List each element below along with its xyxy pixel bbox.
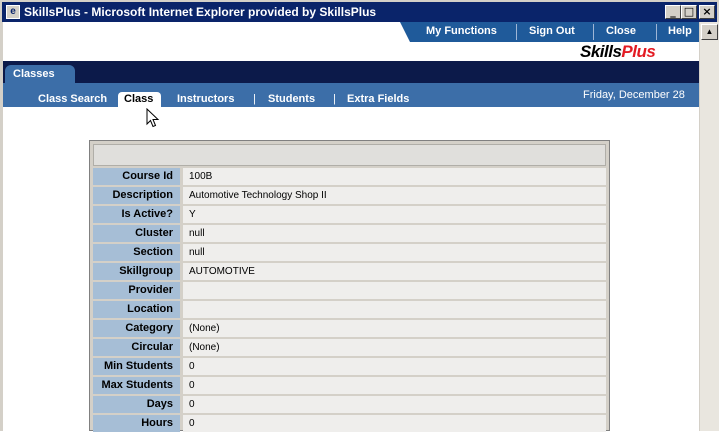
table-row: Skillgroup AUTOMOTIVE	[93, 263, 606, 280]
table-row: Category (None)	[93, 320, 606, 337]
window-titlebar: e SkillsPlus - Microsoft Internet Explor…	[0, 0, 719, 22]
my-functions-link[interactable]: My Functions	[426, 25, 497, 37]
field-label: Min Students	[93, 358, 180, 375]
close-link[interactable]: Close	[606, 25, 636, 37]
help-link[interactable]: Help	[668, 25, 692, 37]
field-value: 0	[183, 396, 606, 413]
header-band	[3, 61, 699, 83]
field-value: 0	[183, 415, 606, 432]
field-value	[183, 282, 606, 299]
field-value: 100B	[183, 168, 606, 185]
table-row: Section null	[93, 244, 606, 261]
field-label: Description	[93, 187, 180, 204]
table-row: Location	[93, 301, 606, 318]
tab-classes-label: Classes	[13, 68, 55, 80]
field-value: Automotive Technology Shop II	[183, 187, 606, 204]
window-title: SkillsPlus - Microsoft Internet Explorer…	[24, 5, 377, 19]
ie-page-icon: e	[6, 5, 20, 19]
field-value: Y	[183, 206, 606, 223]
skillsplus-logo: SkillsPlus	[580, 42, 656, 62]
field-value: null	[183, 225, 606, 242]
subnav-class-active[interactable]: Class	[118, 92, 161, 107]
topnav-divider	[516, 24, 517, 40]
table-row: Hours 0	[93, 415, 606, 432]
table-row: Days 0	[93, 396, 606, 413]
topnav-divider	[593, 24, 594, 40]
sign-out-link[interactable]: Sign Out	[529, 25, 575, 37]
table-row: Cluster null	[93, 225, 606, 242]
subnav-students[interactable]: Students	[268, 93, 315, 105]
subnav-separator: |	[253, 93, 256, 105]
field-label: Max Students	[93, 377, 180, 394]
field-value: (None)	[183, 320, 606, 337]
table-row: Is Active? Y	[93, 206, 606, 223]
table-row: Min Students 0	[93, 358, 606, 375]
field-label: Category	[93, 320, 180, 337]
field-value: AUTOMOTIVE	[183, 263, 606, 280]
top-navigation: My Functions Sign Out Close Help	[400, 22, 699, 42]
field-value	[183, 301, 606, 318]
field-label: Location	[93, 301, 180, 318]
field-value: (None)	[183, 339, 606, 356]
mouse-cursor-icon	[146, 108, 160, 128]
field-value: 0	[183, 358, 606, 375]
maximize-button[interactable]: □	[681, 5, 697, 19]
topnav-divider	[656, 24, 657, 40]
table-row: Provider	[93, 282, 606, 299]
subnav-class-search[interactable]: Class Search	[38, 93, 107, 105]
field-value: 0	[183, 377, 606, 394]
field-label: Skillgroup	[93, 263, 180, 280]
logo-skills-text: Skills	[580, 42, 622, 61]
table-row: Description Automotive Technology Shop I…	[93, 187, 606, 204]
subnav-class-label: Class	[124, 93, 154, 105]
field-label: Course Id	[93, 168, 180, 185]
class-detail-table: Course Id 100B Description Automotive Te…	[89, 140, 610, 432]
scroll-up-arrow-icon[interactable]: ▲	[701, 24, 718, 40]
table-header-bar	[93, 144, 606, 166]
current-date: Friday, December 28	[583, 89, 685, 101]
field-label: Circular	[93, 339, 180, 356]
field-label: Days	[93, 396, 180, 413]
close-window-button[interactable]: ×	[699, 5, 715, 19]
subnav-separator: |	[333, 93, 336, 105]
table-row: Circular (None)	[93, 339, 606, 356]
table-row: Max Students 0	[93, 377, 606, 394]
subnav-extra-fields[interactable]: Extra Fields	[347, 93, 409, 105]
field-label: Section	[93, 244, 180, 261]
vertical-scrollbar[interactable]: ▲	[699, 22, 719, 431]
field-label: Cluster	[93, 225, 180, 242]
field-label: Provider	[93, 282, 180, 299]
logo-plus-text: Plus	[621, 42, 656, 61]
subnav-instructors[interactable]: Instructors	[177, 93, 234, 105]
field-label: Is Active?	[93, 206, 180, 223]
field-label: Hours	[93, 415, 180, 432]
tab-classes[interactable]: Classes	[5, 65, 75, 83]
field-value: null	[183, 244, 606, 261]
minimize-button[interactable]: _	[665, 5, 681, 19]
table-row: Course Id 100B	[93, 168, 606, 185]
